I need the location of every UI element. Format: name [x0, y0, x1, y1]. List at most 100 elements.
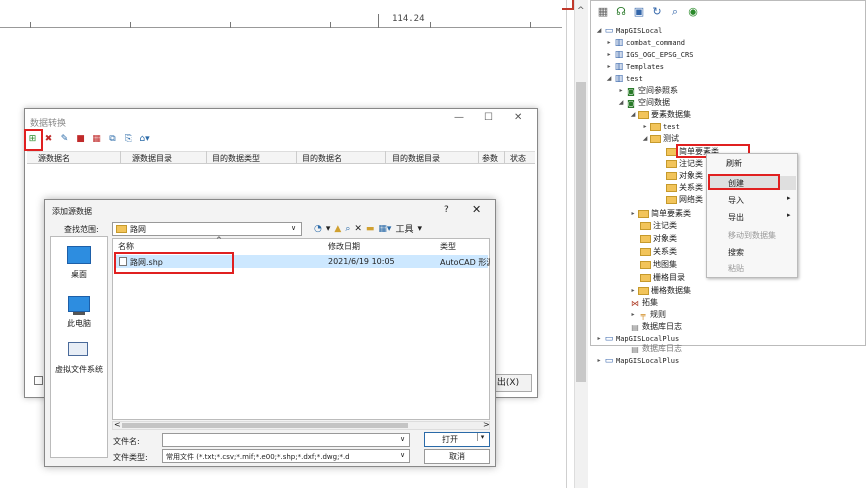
view-menu-icon[interactable]: ▦▾: [378, 224, 391, 234]
tree-node[interactable]: ▸ test: [642, 121, 680, 133]
tree-node[interactable]: ▸ 栅格数据集: [630, 285, 691, 297]
expand-arrow-icon[interactable]: ▸: [618, 85, 624, 97]
stop-icon[interactable]: ■: [74, 133, 87, 145]
tree-node[interactable]: ⋈ 拓集: [630, 297, 658, 309]
place-virtual-fs[interactable]: 虚拟文件系统: [50, 364, 108, 375]
open-button[interactable]: 打开 ▾: [424, 432, 490, 447]
column-header[interactable]: 源数据名: [38, 153, 70, 164]
help-button[interactable]: ?: [444, 205, 449, 215]
option-checkbox[interactable]: [34, 376, 43, 385]
search-icon[interactable]: ⌕: [668, 5, 682, 19]
tree-node-mapgislocal[interactable]: ◢ ▭ MapGISLocal: [596, 25, 663, 37]
tree-node[interactable]: ▸ ▥ IGS_OGC_EPSG_CRS: [606, 49, 693, 61]
grid-icon[interactable]: ▦: [596, 5, 610, 19]
column-type[interactable]: 类型: [440, 241, 456, 252]
tree-node[interactable]: ▸ ╤ 规则: [630, 309, 666, 321]
tree-node-mapgislocalplus-2[interactable]: ▸ ▭ MapGISLocalPlus: [596, 355, 679, 367]
column-name[interactable]: 名称: [118, 241, 134, 252]
back-icon[interactable]: ◔: [314, 224, 322, 234]
filename-input[interactable]: [162, 433, 410, 447]
expand-arrow-icon[interactable]: ▸: [606, 49, 612, 61]
tree-node[interactable]: 关系类: [666, 182, 703, 194]
tree-node[interactable]: ▸ ▥ combat_command: [606, 37, 685, 49]
place-desktop[interactable]: 桌面: [50, 269, 108, 280]
tree-node[interactable]: ▸ 简单要素类: [630, 208, 691, 220]
menu-item-import[interactable]: 导入: [728, 195, 744, 206]
tools-menu[interactable]: 工具: [395, 222, 413, 235]
open-dropdown-icon[interactable]: ▾: [477, 433, 487, 441]
collapse-arrow-icon[interactable]: ◢: [630, 109, 636, 121]
column-date[interactable]: 修改日期: [328, 241, 360, 252]
tree-node[interactable]: 地图集: [640, 259, 677, 271]
scroll-up-arrow-icon[interactable]: ^: [577, 6, 585, 16]
expand-arrow-icon[interactable]: ▸: [606, 37, 612, 49]
menu-item-search[interactable]: 搜索: [728, 247, 744, 258]
column-header[interactable]: 状态: [510, 153, 526, 164]
tree-node[interactable]: 栅格目录: [640, 272, 685, 284]
tree-node[interactable]: 对象类: [640, 233, 677, 245]
collapse-arrow-icon[interactable]: ◢: [642, 133, 648, 145]
desktop-icon[interactable]: [67, 246, 91, 264]
expand-arrow-icon[interactable]: ▸: [606, 61, 612, 73]
column-header[interactable]: 目的数据目录: [392, 153, 440, 164]
tree-node[interactable]: ◢ ◙ 空间数据: [618, 97, 670, 109]
run-icon[interactable]: ⎘: [122, 133, 135, 145]
dropdown-icon[interactable]: ▾: [326, 224, 331, 234]
expand-arrow-icon[interactable]: ▸: [630, 309, 636, 321]
collapse-arrow-icon[interactable]: ◢: [596, 25, 602, 37]
maximize-button[interactable]: ☐: [484, 112, 493, 123]
scroll-right-icon[interactable]: >: [483, 420, 490, 429]
dialog-close-button[interactable]: ✕: [472, 203, 481, 216]
tree-node[interactable]: ▸ ▥ Templates: [606, 61, 663, 73]
search-icon[interactable]: ⌕: [345, 224, 350, 234]
refresh-icon[interactable]: ↻: [650, 5, 664, 19]
column-header[interactable]: 源数据目录: [132, 153, 172, 164]
menu-item-export[interactable]: 导出: [728, 212, 744, 223]
tree-node[interactable]: ◢ ▥ test: [606, 73, 643, 85]
computer-icon[interactable]: [68, 296, 90, 312]
scroll-left-icon[interactable]: <: [114, 420, 121, 429]
expand-arrow-icon[interactable]: ▸: [596, 333, 602, 345]
expand-arrow-icon[interactable]: ▸: [642, 121, 648, 133]
delete-icon[interactable]: ✖: [42, 133, 55, 145]
column-header[interactable]: 目的数据名: [302, 153, 342, 164]
tools-chevron-icon[interactable]: ▾: [417, 224, 422, 234]
settings-dropdown-icon[interactable]: ⌂▾: [138, 133, 151, 145]
tree-node[interactable]: ▤ 数据库日志: [630, 321, 682, 333]
horizontal-scroll-thumb[interactable]: [122, 423, 408, 428]
chevron-down-icon[interactable]: ∨: [291, 224, 296, 232]
expand-arrow-icon[interactable]: ▸: [630, 208, 636, 220]
column-header[interactable]: 参数: [482, 153, 498, 164]
copy-icon[interactable]: ⧉: [106, 133, 119, 145]
table-icon[interactable]: ▦: [90, 133, 103, 145]
menu-item-move-to-dataset[interactable]: 移动到数据集: [728, 230, 776, 241]
globe-icon[interactable]: ◉: [686, 5, 700, 19]
tree-node[interactable]: 网络类: [666, 194, 703, 206]
close-button[interactable]: ✕: [514, 112, 522, 123]
bug-icon[interactable]: ☊: [614, 5, 628, 19]
chevron-down-icon[interactable]: ∨: [400, 451, 406, 459]
virtual-fs-icon[interactable]: [68, 342, 88, 356]
menu-item-refresh[interactable]: 刷新: [726, 158, 742, 169]
up-folder-icon[interactable]: ▲: [334, 224, 341, 234]
tree-node[interactable]: ◢ 测试: [642, 133, 679, 145]
collapse-arrow-icon[interactable]: ◢: [606, 73, 612, 85]
tree-node[interactable]: 注记类: [666, 158, 703, 170]
chevron-down-icon[interactable]: ∨: [400, 435, 405, 443]
tree-node[interactable]: 对象类: [666, 170, 703, 182]
window-icon[interactable]: ▣: [632, 5, 646, 19]
tree-node[interactable]: ◢ 要素数据集: [630, 109, 691, 121]
expand-arrow-icon[interactable]: ▸: [630, 285, 636, 297]
expand-arrow-icon[interactable]: ▸: [596, 355, 602, 367]
edit-icon[interactable]: ✎: [58, 133, 71, 145]
tree-node[interactable]: ▸ ◙ 空间参照系: [618, 85, 678, 97]
tree-node[interactable]: 关系类: [640, 246, 677, 258]
collapse-arrow-icon[interactable]: ◢: [618, 97, 624, 109]
cancel-button[interactable]: 取消: [424, 449, 490, 464]
minimize-button[interactable]: —: [454, 112, 464, 123]
tree-node[interactable]: 注记类: [640, 220, 677, 232]
menu-item-paste[interactable]: 粘贴: [728, 263, 744, 274]
column-header[interactable]: 目的数据类型: [212, 153, 260, 164]
scrollbar-thumb[interactable]: [576, 82, 586, 382]
new-folder-icon[interactable]: ▬: [366, 224, 375, 234]
